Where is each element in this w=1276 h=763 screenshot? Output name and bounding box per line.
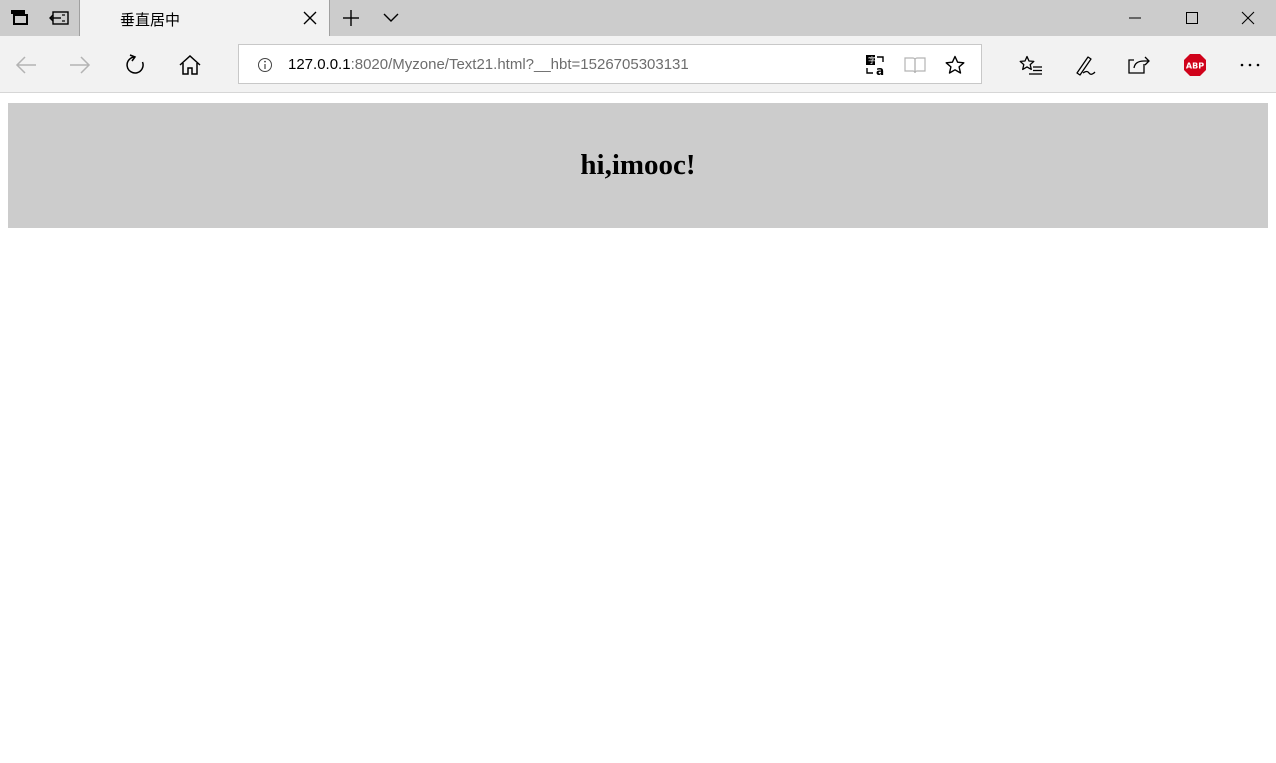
navigation-bar: 127.0.0.1:8020/Myzone/Text21.html?__hbt=… <box>0 36 1276 93</box>
minimize-icon[interactable] <box>1106 0 1163 36</box>
new-tab-icon[interactable] <box>331 0 371 36</box>
url-path: :8020/Myzone/Text21.html?__hbt=152670530… <box>350 56 689 73</box>
active-tab[interactable]: 垂直居中 <box>79 0 330 36</box>
favorite-star-icon[interactable] <box>943 53 967 77</box>
page-viewport: hi,imooc! <box>0 93 1276 763</box>
forward-icon[interactable] <box>62 47 98 83</box>
home-icon[interactable] <box>172 47 208 83</box>
centered-box: hi,imooc! <box>8 103 1268 228</box>
translate-icon[interactable]: 字 a <box>864 53 888 77</box>
page-heading: hi,imooc! <box>580 149 696 181</box>
tab-manager-icon[interactable] <box>0 0 40 36</box>
more-options-icon[interactable] <box>1232 47 1268 83</box>
url-text[interactable]: 127.0.0.1:8020/Myzone/Text21.html?__hbt=… <box>288 56 689 73</box>
tab-preview-chevron-icon[interactable] <box>371 0 411 36</box>
tab-title: 垂直居中 <box>120 11 181 29</box>
back-icon[interactable] <box>8 47 44 83</box>
adblock-label: ABP <box>1186 62 1204 71</box>
adblock-plus-icon[interactable]: ABP <box>1177 47 1213 83</box>
tab-close-icon[interactable] <box>301 9 319 27</box>
address-bar[interactable]: 127.0.0.1:8020/Myzone/Text21.html?__hbt=… <box>238 44 982 84</box>
set-tabs-aside-icon[interactable] <box>39 0 79 36</box>
close-window-icon[interactable] <box>1219 0 1276 36</box>
web-note-pen-icon[interactable] <box>1067 47 1103 83</box>
svg-text:a: a <box>876 64 884 77</box>
tab-bar: 垂直居中 <box>0 0 1276 36</box>
refresh-icon[interactable] <box>117 47 153 83</box>
share-icon[interactable] <box>1121 47 1157 83</box>
favorites-list-icon[interactable] <box>1013 47 1049 83</box>
site-info-icon[interactable] <box>253 53 277 77</box>
maximize-icon[interactable] <box>1163 0 1220 36</box>
svg-text:字: 字 <box>868 55 876 65</box>
url-host: 127.0.0.1 <box>288 56 351 73</box>
reading-view-icon[interactable] <box>903 53 927 77</box>
